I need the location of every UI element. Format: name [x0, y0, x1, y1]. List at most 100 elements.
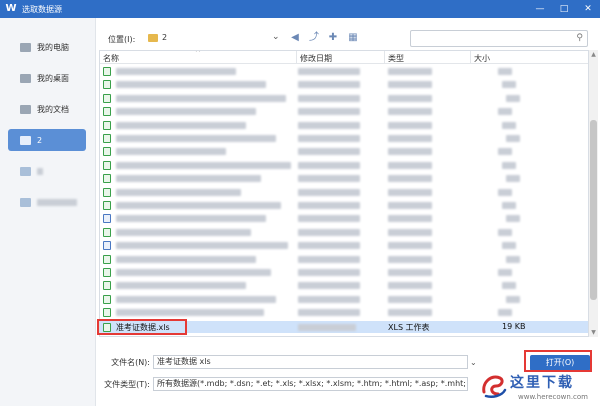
blurred-cell [298, 282, 360, 290]
blurred-label [37, 198, 77, 206]
column-header-size[interactable]: 大小 [474, 53, 490, 64]
file-size: 19 KB [502, 322, 526, 331]
new-folder-icon[interactable]: ✚ [326, 32, 340, 44]
xls-file-icon [103, 107, 111, 117]
blurred-cell [388, 202, 432, 209]
xls-file-icon [103, 227, 111, 237]
column-header-type[interactable]: 类型 [388, 53, 404, 64]
blurred-cell [298, 148, 360, 156]
sidebar-item-folder-blurred-2[interactable] [8, 191, 86, 213]
xls-file-icon [103, 93, 111, 103]
filename-input[interactable]: 准考证数据 xls [153, 355, 468, 369]
blurred-cell [502, 161, 516, 169]
table-row[interactable] [100, 145, 588, 157]
blurred-cell [116, 202, 281, 209]
xls-file-icon [103, 67, 111, 76]
xls-file-icon [103, 214, 111, 224]
table-row[interactable] [100, 306, 588, 318]
blurred-cell [388, 309, 432, 317]
location-dropdown-icon[interactable]: ⌄ [272, 32, 280, 42]
column-divider[interactable] [470, 51, 471, 64]
column-divider[interactable] [296, 51, 297, 64]
column-divider[interactable] [384, 51, 385, 64]
table-row[interactable] [100, 226, 588, 238]
table-row[interactable] [100, 65, 588, 77]
filetype-select[interactable]: 所有数据源(*.mdb; *.dsn; *.et; *.xls; *.xlsx;… [153, 377, 468, 391]
sidebar-item-folder-blurred-1[interactable] [8, 160, 86, 182]
watermark-title: 这里下载 [510, 375, 574, 391]
up-folder-icon[interactable]: ⤴ [307, 32, 321, 44]
view-menu-icon[interactable]: ▦ [346, 32, 360, 44]
scrollbar-thumb[interactable] [590, 120, 597, 300]
table-row[interactable] [100, 266, 588, 278]
table-row[interactable] [100, 105, 588, 117]
blurred-cell [298, 215, 360, 223]
table-row[interactable] [100, 186, 588, 198]
blurred-cell [116, 94, 286, 102]
location-toolbar: 位置(I): 2 ⌄ ◀ ⤴ ✚ ▦ ⚲ [100, 28, 596, 50]
xls-file-icon [103, 254, 111, 264]
table-row[interactable] [100, 199, 588, 211]
search-input[interactable]: ⚲ [410, 30, 588, 47]
blurred-cell [502, 121, 516, 129]
minimize-button[interactable]: — [528, 0, 552, 18]
blurred-cell [298, 188, 360, 196]
folder-icon [148, 34, 158, 42]
blurred-cell [388, 81, 432, 89]
blurred-cell [388, 161, 432, 169]
table-row[interactable] [100, 159, 588, 171]
blurred-cell [298, 295, 360, 303]
blurred-cell [298, 255, 360, 263]
maximize-button[interactable]: □ [552, 0, 576, 18]
sidebar-item-folder-2[interactable]: 2 [8, 129, 86, 151]
blurred-cell [506, 295, 520, 303]
xls-file-icon [103, 134, 111, 143]
table-row[interactable] [100, 119, 588, 131]
blurred-cell [388, 255, 432, 263]
table-row[interactable] [100, 172, 588, 184]
column-header-modified[interactable]: 修改日期 [300, 53, 332, 64]
table-row[interactable] [100, 293, 588, 305]
xls-file-icon [103, 174, 111, 184]
watermark-url: www.herecown.com [518, 393, 588, 401]
filename-row: 文件名(N): 准考证数据 xls ⌄ [104, 355, 480, 369]
table-row[interactable] [100, 239, 588, 251]
table-row[interactable] [100, 212, 588, 224]
column-header-name[interactable]: 名称 [103, 53, 119, 64]
filename-label: 文件名(N): [111, 357, 150, 367]
scroll-down-icon[interactable]: ▼ [589, 328, 598, 337]
back-icon[interactable]: ◀ [288, 32, 302, 44]
vertical-scrollbar[interactable]: ▲ ▼ [589, 50, 598, 337]
blurred-cell [116, 255, 256, 263]
table-row[interactable] [100, 132, 588, 144]
blurred-cell [298, 161, 360, 169]
blurred-cell [298, 202, 360, 209]
blurred-cell [506, 94, 520, 102]
desktop-icon [20, 73, 31, 83]
blurred-cell [298, 309, 360, 317]
close-button[interactable]: ✕ [576, 0, 600, 18]
sidebar-item-my-documents[interactable]: 我的文档 [8, 98, 86, 120]
table-row[interactable] [100, 279, 588, 291]
blurred-cell [388, 188, 432, 196]
xls-file-icon [103, 308, 111, 318]
blurred-cell [498, 228, 512, 236]
sidebar-item-my-desktop[interactable]: 我的桌面 [8, 67, 86, 89]
blurred-date [298, 324, 356, 331]
blurred-cell [498, 269, 512, 276]
filename-dropdown-icon[interactable]: ⌄ [470, 358, 480, 367]
computer-icon [20, 42, 31, 52]
search-icon[interactable]: ⚲ [576, 33, 583, 43]
blurred-cell [116, 228, 251, 236]
table-row[interactable] [100, 92, 588, 104]
blurred-cell [298, 121, 360, 129]
blurred-cell [116, 148, 226, 156]
location-value[interactable]: 2 [162, 33, 167, 42]
scroll-up-icon[interactable]: ▲ [589, 50, 598, 59]
table-row[interactable] [100, 78, 588, 90]
sidebar-item-my-computer[interactable]: 我的电脑 [8, 36, 86, 58]
blurred-cell [388, 215, 432, 223]
blurred-cell [116, 135, 276, 142]
xls-file-icon [103, 281, 111, 291]
table-row[interactable] [100, 253, 588, 265]
